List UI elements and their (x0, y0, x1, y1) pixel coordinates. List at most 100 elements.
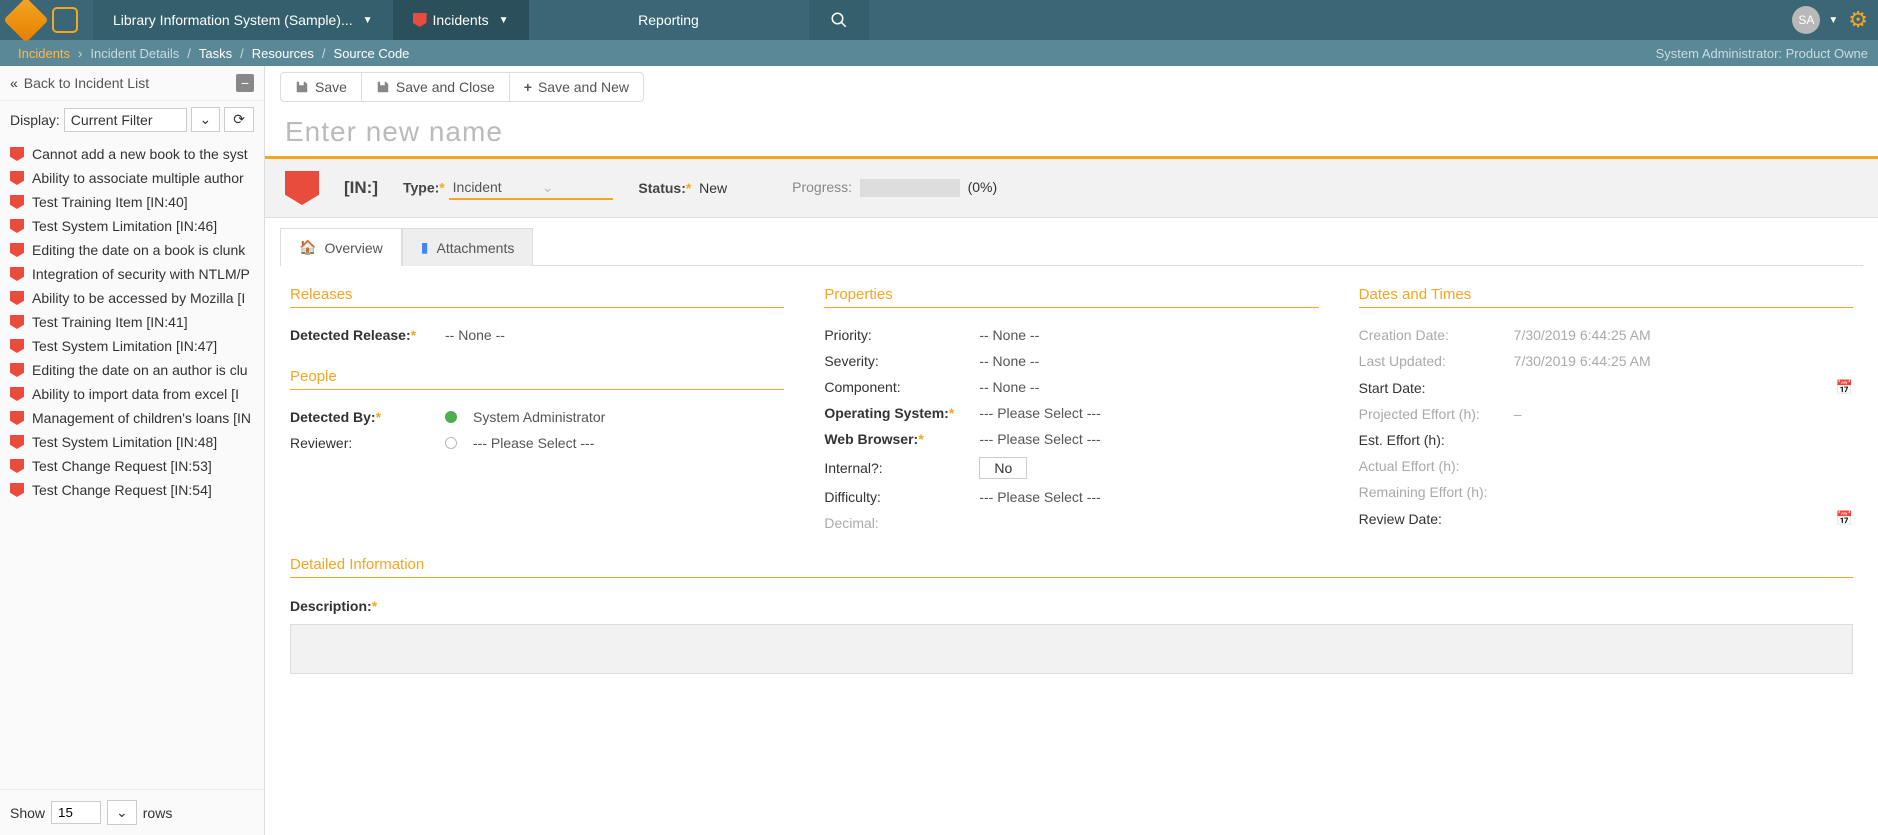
reviewer-select[interactable]: --- Please Select --- (473, 435, 594, 451)
chevron-down-icon: ⌄ (542, 179, 554, 196)
rows-caret-button[interactable]: ⌄ (107, 800, 137, 825)
updated-label: Last Updated: (1359, 353, 1504, 369)
component-label: Component: (824, 379, 969, 395)
crumb-tasks[interactable]: Tasks (199, 46, 232, 61)
reviewer-label: Reviewer: (290, 435, 435, 451)
priority-select[interactable]: -- None -- (979, 327, 1039, 343)
description-textarea[interactable] (290, 624, 1853, 674)
crumb-source[interactable]: Source Code (334, 46, 410, 61)
calendar-icon[interactable]: 📅 (1836, 379, 1853, 396)
nav-reporting[interactable]: Reporting (529, 0, 809, 40)
difficulty-select[interactable]: --- Please Select --- (979, 489, 1100, 505)
incident-item-label: Ability to be accessed by Mozilla [I (32, 290, 245, 306)
info-bar: [IN:] Type:* Incident ⌄ Status:* New Pro… (265, 159, 1878, 218)
save-new-button[interactable]: + Save and New (510, 72, 644, 102)
incident-item-label: Editing the date on an author is clu (32, 362, 248, 378)
est-effort-label: Est. Effort (h): (1359, 432, 1504, 448)
save-label: Save (315, 79, 347, 95)
back-to-list-link[interactable]: Back to Incident List (24, 75, 149, 91)
crumb-incidents[interactable]: Incidents (18, 46, 70, 61)
incident-item[interactable]: Ability to be accessed by Mozilla [I (0, 286, 264, 310)
product-dropdown[interactable]: Library Information System (Sample)... ▼ (93, 0, 393, 40)
type-label: Type: (403, 179, 439, 195)
component-select[interactable]: -- None -- (979, 379, 1039, 395)
incident-item[interactable]: Ability to import data from excel [I (0, 382, 264, 406)
shield-icon (285, 171, 319, 205)
incident-item-label: Test Change Request [IN:53] (32, 458, 212, 474)
incident-item-label: Test Training Item [IN:41] (32, 314, 188, 330)
chevron-right-icon: › (78, 46, 82, 61)
type-value: Incident (453, 179, 502, 195)
filter-select[interactable]: Current Filter (64, 108, 187, 132)
status-dot-icon (445, 437, 457, 449)
save-button[interactable]: Save (280, 72, 362, 102)
crumb-details[interactable]: Incident Details (90, 46, 179, 61)
internal-label: Internal?: (824, 460, 969, 476)
detected-release-select[interactable]: -- None -- (445, 327, 505, 343)
incident-item[interactable]: Test Change Request [IN:53] (0, 454, 264, 478)
refresh-button[interactable]: ⟳ (224, 107, 254, 132)
incident-item[interactable]: Integration of security with NTLM/P (0, 262, 264, 286)
incident-item[interactable]: Test System Limitation [IN:48] (0, 430, 264, 454)
incident-item[interactable]: Editing the date on a book is clunk (0, 238, 264, 262)
chevrons-left-icon: « (10, 75, 18, 91)
rows-count-input[interactable] (51, 801, 101, 824)
incident-item[interactable]: Ability to associate multiple author (0, 166, 264, 190)
incident-item-label: Cannot add a new book to the syst (32, 146, 248, 162)
incident-item[interactable]: Editing the date on an author is clu (0, 358, 264, 382)
save-close-button[interactable]: Save and Close (362, 72, 510, 102)
tab-attachments[interactable]: ▮ Attachments (402, 228, 534, 266)
incident-item[interactable]: Management of children's loans [IN (0, 406, 264, 430)
projected-value: – (1514, 406, 1522, 422)
incident-id: [IN:] (344, 178, 378, 198)
incident-item[interactable]: Test System Limitation [IN:47] (0, 334, 264, 358)
caret-down-icon: ▼ (363, 15, 373, 26)
name-input[interactable]: Enter new name (265, 108, 1878, 156)
save-icon (376, 80, 390, 94)
incident-list: Cannot add a new book to the syst Ability… (0, 138, 264, 789)
incident-item[interactable]: Test System Limitation [IN:46] (0, 214, 264, 238)
settings-gear-icon[interactable]: ⚙ (1848, 7, 1868, 33)
detected-by-label: Detected By:* (290, 409, 435, 425)
incident-item-label: Integration of security with NTLM/P (32, 266, 250, 282)
priority-label: Priority: (824, 327, 969, 343)
logo-cube-icon[interactable] (3, 0, 48, 43)
search-button[interactable] (809, 0, 869, 40)
show-label: Show (10, 805, 45, 821)
incident-item[interactable]: Cannot add a new book to the syst (0, 142, 264, 166)
shield-icon (10, 363, 24, 377)
detected-by-value[interactable]: System Administrator (473, 409, 605, 425)
incident-item[interactable]: Test Change Request [IN:54] (0, 478, 264, 502)
logo-hex-icon[interactable] (52, 7, 78, 33)
caret-down-icon: ▼ (1828, 15, 1838, 26)
internal-toggle[interactable]: No (979, 457, 1027, 479)
product-name: Library Information System (Sample)... (113, 12, 353, 28)
review-date-label: Review Date: (1359, 511, 1504, 527)
tab-divider (533, 228, 1863, 266)
user-avatar[interactable]: SA (1792, 6, 1820, 34)
os-select[interactable]: --- Please Select --- (979, 405, 1100, 421)
search-icon (830, 11, 848, 29)
nav-incidents[interactable]: Incidents ▼ (393, 0, 529, 40)
browser-select[interactable]: --- Please Select --- (979, 431, 1100, 447)
calendar-icon[interactable]: 📅 (1836, 510, 1853, 527)
tab-overview[interactable]: 🏠 Overview (280, 228, 402, 266)
shield-icon (10, 411, 24, 425)
required-star-icon: * (686, 180, 691, 196)
incident-item-label: Test Training Item [IN:40] (32, 194, 188, 210)
remaining-label: Remaining Effort (h): (1359, 484, 1504, 500)
severity-select[interactable]: -- None -- (979, 353, 1039, 369)
save-icon (295, 80, 309, 94)
incident-item[interactable]: Test Training Item [IN:40] (0, 190, 264, 214)
incident-item-label: Ability to import data from excel [I (32, 386, 239, 402)
crumb-resources[interactable]: Resources (252, 46, 314, 61)
decimal-label: Decimal: (824, 515, 969, 531)
incident-item-label: Test Change Request [IN:54] (32, 482, 212, 498)
incident-item[interactable]: Test Training Item [IN:41] (0, 310, 264, 334)
incident-item-label: Test System Limitation [IN:46] (32, 218, 217, 234)
type-select[interactable]: Incident ⌄ (449, 177, 614, 200)
save-close-label: Save and Close (396, 79, 495, 95)
filter-caret-button[interactable]: ⌄ (191, 107, 221, 132)
shield-icon (10, 267, 24, 281)
collapse-sidebar-button[interactable]: − (236, 74, 254, 92)
